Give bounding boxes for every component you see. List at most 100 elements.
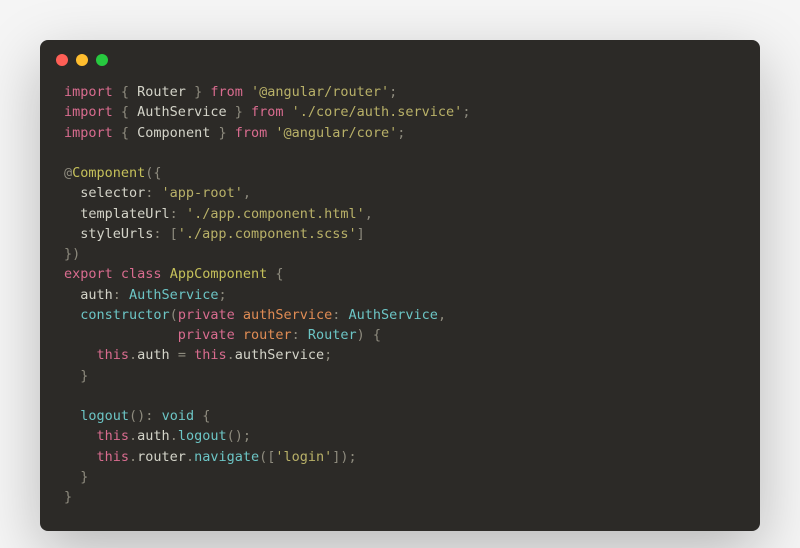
code-content: import { Router } from '@angular/router'… (40, 74, 760, 531)
code-token (64, 449, 97, 465)
code-token: ({ (145, 165, 161, 181)
code-token: : [ (153, 226, 177, 242)
code-token: (): (129, 408, 162, 424)
code-token (64, 408, 80, 424)
code-token: { (113, 84, 137, 100)
code-token: . (170, 428, 178, 444)
code-token: { (113, 104, 137, 120)
code-token: AuthService (349, 307, 438, 323)
code-token: AuthService (137, 104, 226, 120)
code-token: , (243, 185, 251, 201)
code-token (113, 266, 121, 282)
code-token: ; (397, 125, 405, 141)
code-token: . (129, 347, 137, 363)
code-token: : (332, 307, 348, 323)
code-token (235, 307, 243, 323)
code-token: : (145, 185, 161, 201)
code-token: router (137, 449, 186, 465)
code-token: styleUrls (64, 226, 153, 242)
code-token: } (186, 84, 210, 100)
code-token: from (251, 104, 284, 120)
code-token: } (227, 104, 251, 120)
code-token: import (64, 104, 113, 120)
code-token: }) (64, 246, 80, 262)
code-token: './app.component.scss' (178, 226, 357, 242)
code-token: ( (170, 307, 178, 323)
code-token: } (64, 469, 88, 485)
code-token: . (129, 428, 137, 444)
code-token: { (194, 408, 210, 424)
code-token: authService (243, 307, 332, 323)
code-token: void (162, 408, 195, 424)
code-token (64, 428, 97, 444)
code-token: auth (137, 428, 170, 444)
code-token: } (210, 125, 234, 141)
code-token: : (292, 327, 308, 343)
code-token: templateUrl (64, 206, 170, 222)
code-token: this (97, 449, 130, 465)
code-token: : (170, 206, 186, 222)
code-token: import (64, 84, 113, 100)
code-token: . (129, 449, 137, 465)
code-token: ; (324, 347, 332, 363)
code-token: (); (227, 428, 251, 444)
code-token: authService (235, 347, 324, 363)
code-token: auth (137, 347, 170, 363)
code-token: 'login' (275, 449, 332, 465)
code-token: } (64, 489, 72, 505)
code-token: AuthService (129, 287, 218, 303)
code-token: this (97, 428, 130, 444)
code-token: navigate (194, 449, 259, 465)
code-token (162, 266, 170, 282)
close-icon[interactable] (56, 54, 68, 66)
window-titlebar (40, 40, 760, 74)
code-token: } (64, 368, 88, 384)
code-token: ]); (332, 449, 356, 465)
maximize-icon[interactable] (96, 54, 108, 66)
code-token: : (113, 287, 129, 303)
code-token (64, 307, 80, 323)
code-token: . (186, 449, 194, 465)
code-token: AppComponent (170, 266, 268, 282)
code-token: this (194, 347, 227, 363)
code-token (235, 327, 243, 343)
code-token: @ (64, 165, 72, 181)
code-token (64, 327, 178, 343)
code-token: , (438, 307, 446, 323)
code-token (283, 104, 291, 120)
code-token: Component (72, 165, 145, 181)
code-token (243, 84, 251, 100)
code-token: logout (80, 408, 129, 424)
code-token: './app.component.html' (186, 206, 365, 222)
code-token: . (227, 347, 235, 363)
code-token: './core/auth.service' (292, 104, 463, 120)
code-token: this (97, 347, 130, 363)
code-token: private (178, 307, 235, 323)
code-token: constructor (80, 307, 169, 323)
code-token: { (113, 125, 137, 141)
code-token: = (170, 347, 194, 363)
minimize-icon[interactable] (76, 54, 88, 66)
code-token: Router (137, 84, 186, 100)
code-token: export (64, 266, 113, 282)
code-window: import { Router } from '@angular/router'… (40, 40, 760, 531)
code-token: selector (64, 185, 145, 201)
code-token: ] (357, 226, 365, 242)
code-token: ([ (259, 449, 275, 465)
code-token: router (243, 327, 292, 343)
code-token: ; (218, 287, 226, 303)
code-token: { (267, 266, 283, 282)
code-token: logout (178, 428, 227, 444)
code-token: ; (462, 104, 470, 120)
code-token: '@angular/router' (251, 84, 389, 100)
code-token: Component (137, 125, 210, 141)
code-token: class (121, 266, 162, 282)
code-token: ; (389, 84, 397, 100)
code-token: ) { (357, 327, 381, 343)
code-token: import (64, 125, 113, 141)
code-token: Router (308, 327, 357, 343)
code-token: auth (64, 287, 113, 303)
code-token: '@angular/core' (275, 125, 397, 141)
code-token: , (365, 206, 373, 222)
code-token: private (178, 327, 235, 343)
